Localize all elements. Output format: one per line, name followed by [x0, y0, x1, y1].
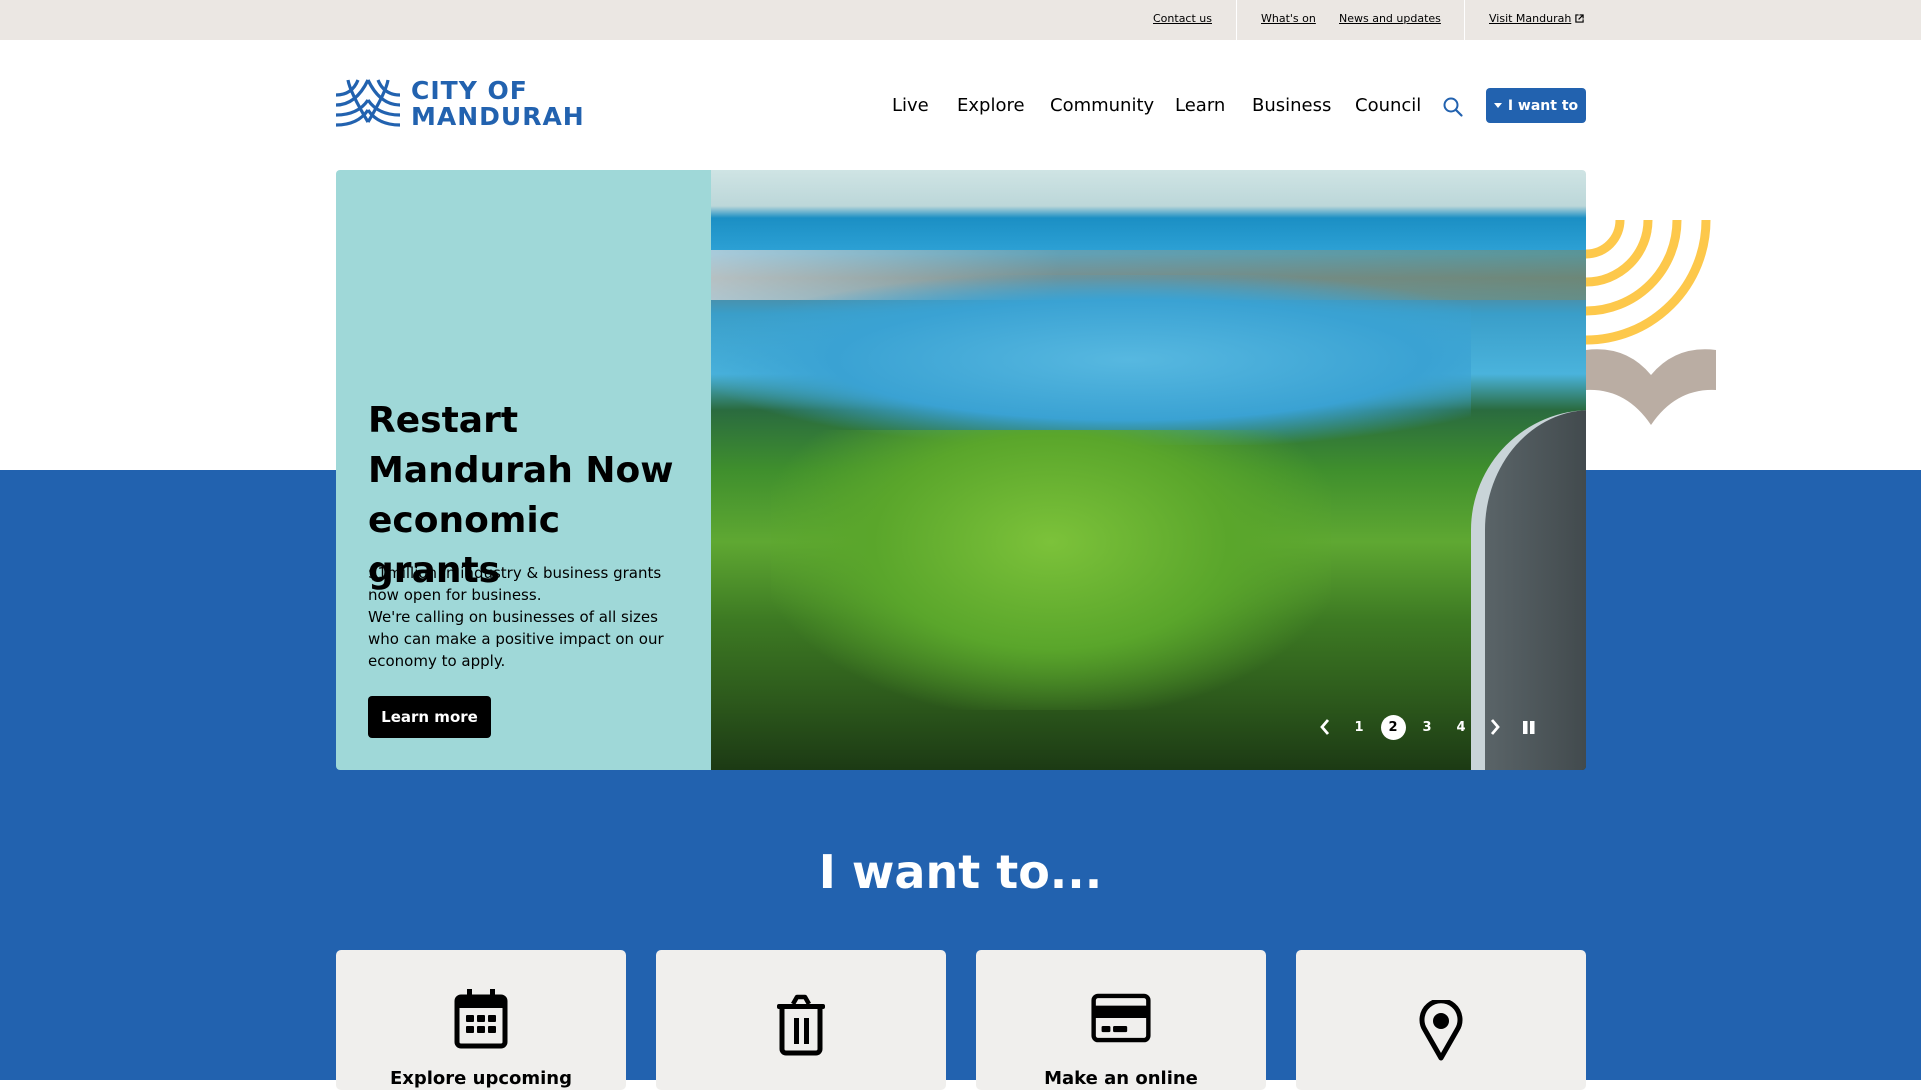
- carousel-slide-1[interactable]: 1: [1342, 714, 1376, 740]
- quick-link-card-location[interactable]: [1296, 950, 1586, 1090]
- divider: [1236, 0, 1237, 40]
- visit-mandurah-label: Visit Mandurah: [1489, 12, 1572, 25]
- carousel-next-button[interactable]: [1478, 714, 1512, 740]
- calendar-icon: [451, 985, 511, 1050]
- decorative-arcs-icon: [1586, 219, 1716, 425]
- news-link[interactable]: News and updates: [1339, 12, 1441, 25]
- visit-mandurah-link[interactable]: Visit Mandurah: [1489, 12, 1585, 25]
- map-pin-icon: [1411, 998, 1471, 1063]
- slide-number: 4: [1456, 719, 1466, 735]
- contact-us-link[interactable]: Contact us: [1153, 12, 1212, 25]
- card-label: Explore upcoming: [389, 1068, 573, 1089]
- image-parkland: [771, 430, 1331, 710]
- external-link-icon: [1575, 14, 1585, 23]
- nav-council[interactable]: Council: [1355, 95, 1421, 116]
- logo-text: CITY OF MANDURAH: [411, 78, 585, 130]
- quick-link-card-bins[interactable]: [656, 950, 946, 1090]
- nav-explore[interactable]: Explore: [957, 95, 1025, 116]
- hero-carousel: Restart Mandurah Now economic grants $1m…: [336, 170, 1586, 770]
- credit-card-icon: [1091, 985, 1151, 1050]
- learn-more-button[interactable]: Learn more: [368, 696, 491, 738]
- carousel-controls: 1 2 3 4: [1308, 714, 1546, 740]
- utility-bar: Contact us What's on News and updates Vi…: [0, 0, 1921, 40]
- carousel-slide-2[interactable]: 2: [1376, 714, 1410, 740]
- nav-community[interactable]: Community: [1050, 95, 1154, 116]
- logo-line-1: CITY OF: [411, 76, 528, 105]
- chevron-left-icon: [1320, 719, 1330, 735]
- logo-line-2: MANDURAH: [411, 102, 585, 131]
- chevron-right-icon: [1490, 719, 1500, 735]
- quick-link-card-events[interactable]: Explore upcoming: [336, 950, 626, 1090]
- search-icon[interactable]: [1442, 96, 1464, 118]
- caret-down-icon: [1493, 103, 1502, 108]
- nav-live[interactable]: Live: [892, 95, 929, 116]
- quick-link-card-payment[interactable]: Make an online: [976, 950, 1266, 1090]
- whats-on-link[interactable]: What's on: [1261, 12, 1316, 25]
- hero-description-line-2: We're calling on businesses of all sizes…: [368, 608, 664, 670]
- nav-business[interactable]: Business: [1252, 95, 1331, 116]
- carousel-prev-button[interactable]: [1308, 714, 1342, 740]
- carousel-pause-button[interactable]: [1512, 714, 1546, 740]
- image-estuary: [711, 275, 1471, 445]
- slide-number: 3: [1422, 719, 1432, 735]
- pause-icon: [1523, 720, 1535, 734]
- i-want-to-heading: I want to...: [818, 845, 1103, 899]
- card-label: Make an online: [1044, 1068, 1198, 1089]
- i-want-to-button[interactable]: I want to: [1486, 88, 1586, 123]
- carousel-slide-3[interactable]: 3: [1410, 714, 1444, 740]
- trash-icon: [771, 992, 831, 1057]
- i-want-to-label: I want to: [1507, 97, 1579, 114]
- hero-text-panel: Restart Mandurah Now economic grants $1m…: [336, 170, 711, 770]
- city-of-mandurah-logo[interactable]: CITY OF MANDURAH: [336, 78, 585, 130]
- waves-logo-icon: [336, 79, 400, 127]
- carousel-slide-4[interactable]: 4: [1444, 714, 1478, 740]
- slide-number: 1: [1354, 719, 1364, 735]
- divider: [1464, 0, 1465, 40]
- nav-learn[interactable]: Learn: [1175, 95, 1225, 116]
- slide-number: 2: [1380, 714, 1406, 740]
- hero-description: $1million in industry & business grants …: [368, 562, 678, 672]
- hero-description-line-1: $1million in industry & business grants …: [368, 564, 662, 604]
- hero-image: 1 2 3 4: [711, 170, 1586, 770]
